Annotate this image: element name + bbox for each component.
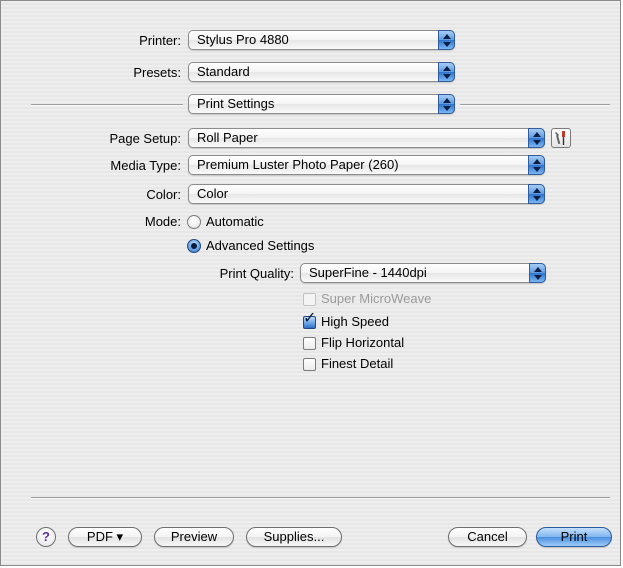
media-type-popup-arrows-icon (528, 155, 545, 175)
panel-popup[interactable]: Print Settings (188, 94, 455, 114)
bottom-separator (31, 497, 610, 498)
panel-value: Print Settings (197, 96, 275, 111)
printer-value: Stylus Pro 4880 (197, 32, 289, 47)
super-microweave-checkbox[interactable] (303, 293, 316, 306)
checkmark-icon: ✓ (303, 310, 317, 327)
print-quality-popup[interactable]: SuperFine - 1440dpi (300, 263, 546, 283)
cancel-button[interactable]: Cancel (448, 527, 527, 547)
wrench-screwdriver-icon[interactable] (551, 128, 571, 148)
mode-label: Mode: (144, 214, 181, 229)
mode-advanced-radio[interactable] (187, 239, 201, 253)
color-popup[interactable]: Color (188, 184, 545, 204)
media-type-popup[interactable]: Premium Luster Photo Paper (260) (188, 155, 545, 175)
printer-label: Printer: (139, 33, 181, 48)
mode-advanced-label[interactable]: Advanced Settings (206, 238, 314, 254)
presets-value: Standard (197, 64, 250, 79)
high-speed-label[interactable]: High Speed (321, 314, 389, 330)
high-speed-checkbox[interactable]: ✓ (303, 311, 316, 329)
presets-popup[interactable]: Standard (188, 62, 455, 82)
super-microweave-label: Super MicroWeave (321, 291, 432, 306)
color-value: Color (197, 186, 229, 201)
supplies-button[interactable]: Supplies... (246, 527, 342, 547)
help-button[interactable]: ? (36, 527, 56, 547)
color-label: Color: (146, 187, 181, 202)
print-quality-value: SuperFine - 1440dpi (309, 265, 427, 280)
page-setup-popup-arrows-icon (528, 128, 545, 148)
page-setup-label: Page Setup: (109, 131, 181, 146)
print-button[interactable]: Print (536, 527, 612, 547)
pdf-button[interactable]: PDF ▾ (68, 527, 142, 547)
print-dialog: Printer: Stylus Pro 4880 Presets: Standa… (0, 0, 621, 566)
flip-horizontal-checkbox[interactable] (303, 337, 316, 350)
printer-popup[interactable]: Stylus Pro 4880 (188, 30, 455, 50)
print-quality-popup-arrows-icon (529, 263, 546, 283)
page-setup-popup[interactable]: Roll Paper (188, 128, 545, 148)
separator-left (31, 104, 183, 105)
media-type-value: Premium Luster Photo Paper (260) (197, 157, 399, 172)
panel-popup-arrows-icon (438, 94, 455, 114)
presets-popup-arrows-icon (438, 62, 455, 82)
mode-automatic-label[interactable]: Automatic (206, 214, 264, 230)
mode-automatic-radio[interactable] (187, 215, 201, 229)
color-popup-arrows-icon (528, 184, 545, 204)
presets-label: Presets: (133, 65, 181, 80)
print-quality-label: Print Quality: (219, 266, 294, 281)
finest-detail-label[interactable]: Finest Detail (321, 356, 393, 372)
preview-button[interactable]: Preview (154, 527, 234, 547)
finest-detail-checkbox[interactable] (303, 358, 316, 371)
page-setup-value: Roll Paper (197, 130, 258, 145)
flip-horizontal-label[interactable]: Flip Horizontal (321, 335, 404, 351)
printer-popup-arrows-icon (438, 30, 455, 50)
media-type-label: Media Type: (110, 158, 181, 173)
separator-right (460, 104, 610, 105)
